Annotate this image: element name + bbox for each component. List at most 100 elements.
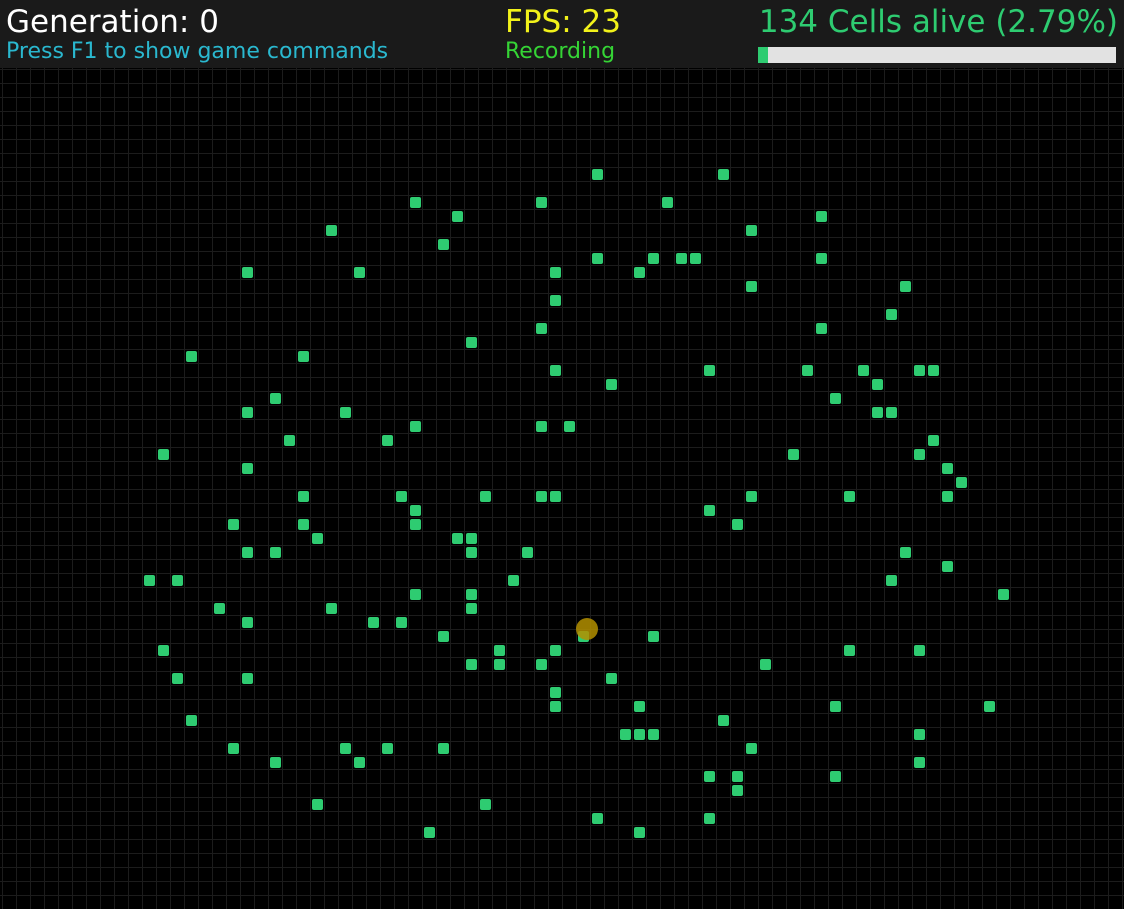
live-cell	[620, 729, 631, 740]
alive-progress-fill	[758, 47, 768, 63]
live-cell	[172, 673, 183, 684]
live-cell	[928, 435, 939, 446]
live-cell	[550, 687, 561, 698]
live-cell	[648, 631, 659, 642]
live-cell	[480, 491, 491, 502]
live-cell	[956, 477, 967, 488]
live-cell	[536, 197, 547, 208]
live-cell	[354, 757, 365, 768]
live-cell	[732, 519, 743, 530]
live-cell	[340, 743, 351, 754]
live-cell	[592, 813, 603, 824]
live-cell	[242, 463, 253, 474]
live-cell	[508, 575, 519, 586]
live-cell	[746, 491, 757, 502]
live-cell	[858, 365, 869, 376]
live-cell	[634, 701, 645, 712]
live-cell	[676, 253, 687, 264]
live-cell	[634, 729, 645, 740]
live-cell	[452, 211, 463, 222]
live-cell	[872, 407, 883, 418]
live-cell	[368, 617, 379, 628]
live-cell	[914, 757, 925, 768]
live-cell	[466, 659, 477, 670]
live-cell	[886, 309, 897, 320]
live-cell	[746, 743, 757, 754]
live-cell	[592, 253, 603, 264]
live-cell	[382, 435, 393, 446]
live-cell	[228, 519, 239, 530]
live-cell	[298, 351, 309, 362]
live-cell	[606, 673, 617, 684]
live-cell	[410, 589, 421, 600]
live-cell	[396, 491, 407, 502]
fps-counter: FPS: 23	[505, 4, 621, 40]
live-cell	[802, 365, 813, 376]
generation-counter: Generation: 0	[6, 4, 219, 40]
live-cell	[662, 197, 673, 208]
recording-status: Recording	[505, 39, 616, 64]
live-cell	[494, 659, 505, 670]
live-cell	[844, 491, 855, 502]
live-cell	[158, 449, 169, 460]
live-cell	[326, 225, 337, 236]
live-cell	[998, 589, 1009, 600]
live-cell	[830, 393, 841, 404]
live-cell	[438, 743, 449, 754]
live-cell	[242, 407, 253, 418]
live-cell	[242, 267, 253, 278]
live-cell	[746, 225, 757, 236]
game-board[interactable]	[0, 68, 1124, 909]
live-cell	[718, 169, 729, 180]
hud-bar: Generation: 0 Press F1 to show game comm…	[0, 0, 1124, 68]
cells-alive-counter: 134 Cells alive (2.79%)	[758, 4, 1118, 40]
live-cell	[634, 827, 645, 838]
live-cell	[536, 421, 547, 432]
live-cell	[690, 253, 701, 264]
live-cell	[816, 323, 827, 334]
live-cell	[914, 729, 925, 740]
live-cell	[732, 771, 743, 782]
live-cell	[312, 533, 323, 544]
live-cell	[480, 799, 491, 810]
live-cell	[214, 603, 225, 614]
live-cell	[816, 253, 827, 264]
live-cell	[648, 729, 659, 740]
live-cell	[942, 561, 953, 572]
live-cell	[410, 421, 421, 432]
live-cell	[144, 575, 155, 586]
live-cell	[466, 589, 477, 600]
live-cell	[914, 365, 925, 376]
live-cell	[830, 701, 841, 712]
live-cell	[410, 519, 421, 530]
grid-lines	[0, 68, 1124, 909]
live-cell	[760, 659, 771, 670]
live-cell	[410, 505, 421, 516]
live-cell	[900, 281, 911, 292]
live-cell	[298, 519, 309, 530]
live-cell	[186, 351, 197, 362]
live-cell	[242, 673, 253, 684]
live-cell	[704, 813, 715, 824]
live-cell	[298, 491, 309, 502]
live-cell	[914, 449, 925, 460]
live-cell	[564, 421, 575, 432]
live-cell	[172, 575, 183, 586]
live-cell	[396, 617, 407, 628]
live-cell	[438, 631, 449, 642]
live-cell	[284, 435, 295, 446]
live-cell	[788, 449, 799, 460]
live-cell	[270, 393, 281, 404]
commands-hint: Press F1 to show game commands	[6, 39, 389, 64]
live-cell	[942, 463, 953, 474]
live-cell	[312, 799, 323, 810]
live-cell	[872, 379, 883, 390]
live-cell	[522, 547, 533, 558]
live-cell	[830, 771, 841, 782]
cursor-layer	[576, 618, 598, 640]
live-cell	[340, 407, 351, 418]
live-cell	[886, 575, 897, 586]
live-cell	[550, 267, 561, 278]
live-cell	[746, 281, 757, 292]
cell-grid[interactable]	[0, 68, 1124, 909]
